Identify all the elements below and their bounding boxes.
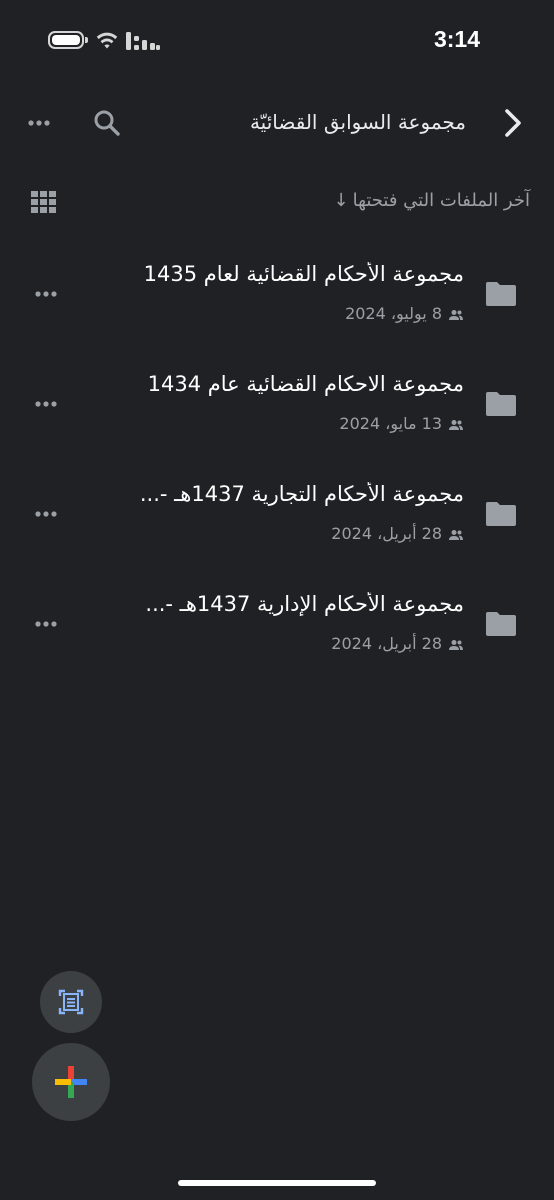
file-name: مجموعة الاحكام القضائية عام 1434	[147, 372, 464, 396]
more-options-button[interactable]	[24, 106, 58, 140]
file-date: 28 أبريل، 2024	[331, 634, 442, 653]
sort-button[interactable]: آخر الملفات التي فتحتها↓	[334, 190, 531, 211]
sort-label: آخر الملفات التي فتحتها	[352, 190, 530, 211]
file-meta: 28 أبريل، 2024	[331, 634, 464, 653]
list-item[interactable]: مجموعة الأحكام التجارية 1437هـ -... 28 أ…	[0, 460, 554, 570]
battery-icon	[48, 31, 88, 49]
file-list: مجموعة الأحكام القضائية لعام 1435 8 يولي…	[0, 240, 554, 680]
more-horizontal-icon	[35, 401, 57, 407]
shared-icon	[449, 639, 463, 650]
file-meta: 28 أبريل، 2024	[331, 524, 464, 543]
folder-icon	[486, 392, 516, 416]
cellular-signal-icon	[126, 32, 160, 50]
file-name: مجموعة الأحكام القضائية لعام 1435	[143, 262, 464, 286]
view-toggle-button[interactable]	[30, 190, 58, 214]
list-item[interactable]: مجموعة الأحكام القضائية لعام 1435 8 يولي…	[0, 240, 554, 350]
document-scan-icon	[58, 989, 84, 1015]
file-more-button[interactable]	[30, 502, 64, 526]
file-meta: 8 يوليو، 2024	[345, 304, 464, 323]
more-horizontal-icon	[35, 621, 57, 627]
shared-icon	[449, 529, 463, 540]
plus-icon	[55, 1066, 87, 1098]
status-bar: 3:14	[0, 0, 554, 84]
more-horizontal-icon	[35, 511, 57, 517]
file-meta: 13 مايو، 2024	[339, 414, 464, 433]
search-icon	[94, 110, 120, 136]
file-more-button[interactable]	[30, 392, 64, 416]
sort-row: آخر الملفات التي فتحتها↓	[0, 182, 554, 222]
status-time: 3:14	[433, 26, 480, 52]
file-date: 28 أبريل، 2024	[331, 524, 442, 543]
chevron-right-icon	[505, 109, 521, 137]
more-horizontal-icon	[35, 291, 57, 297]
file-more-button[interactable]	[30, 612, 64, 636]
folder-icon	[486, 612, 516, 636]
more-horizontal-icon	[28, 120, 50, 126]
folder-icon	[486, 502, 516, 526]
new-item-button[interactable]	[32, 1043, 110, 1121]
file-name: مجموعة الأحكام الإدارية 1437هـ -...	[145, 592, 464, 616]
list-item[interactable]: مجموعة الأحكام الإدارية 1437هـ -... 28 أ…	[0, 570, 554, 680]
folder-icon	[486, 282, 516, 306]
file-name: مجموعة الأحكام التجارية 1437هـ -...	[139, 482, 464, 506]
folder-title: مجموعة السوابق القضائيّة	[249, 110, 466, 134]
drive-folder-screen: 3:14 مجموعة السوابق القضائيّة آخر الملفا…	[0, 0, 554, 1200]
file-date: 8 يوليو، 2024	[345, 304, 442, 323]
list-item[interactable]: مجموعة الاحكام القضائية عام 1434 13 مايو…	[0, 350, 554, 460]
shared-icon	[449, 309, 463, 320]
file-more-button[interactable]	[30, 282, 64, 306]
search-button[interactable]	[90, 106, 124, 140]
file-date: 13 مايو، 2024	[339, 414, 442, 433]
wifi-icon	[96, 32, 118, 49]
shared-icon	[449, 419, 463, 430]
home-indicator[interactable]	[178, 1180, 376, 1186]
grid-view-icon	[31, 191, 56, 213]
scan-document-button[interactable]	[40, 971, 102, 1033]
back-button[interactable]	[496, 106, 530, 140]
sort-direction-arrow: ↓	[333, 190, 349, 211]
app-bar: مجموعة السوابق القضائيّة	[0, 92, 554, 156]
